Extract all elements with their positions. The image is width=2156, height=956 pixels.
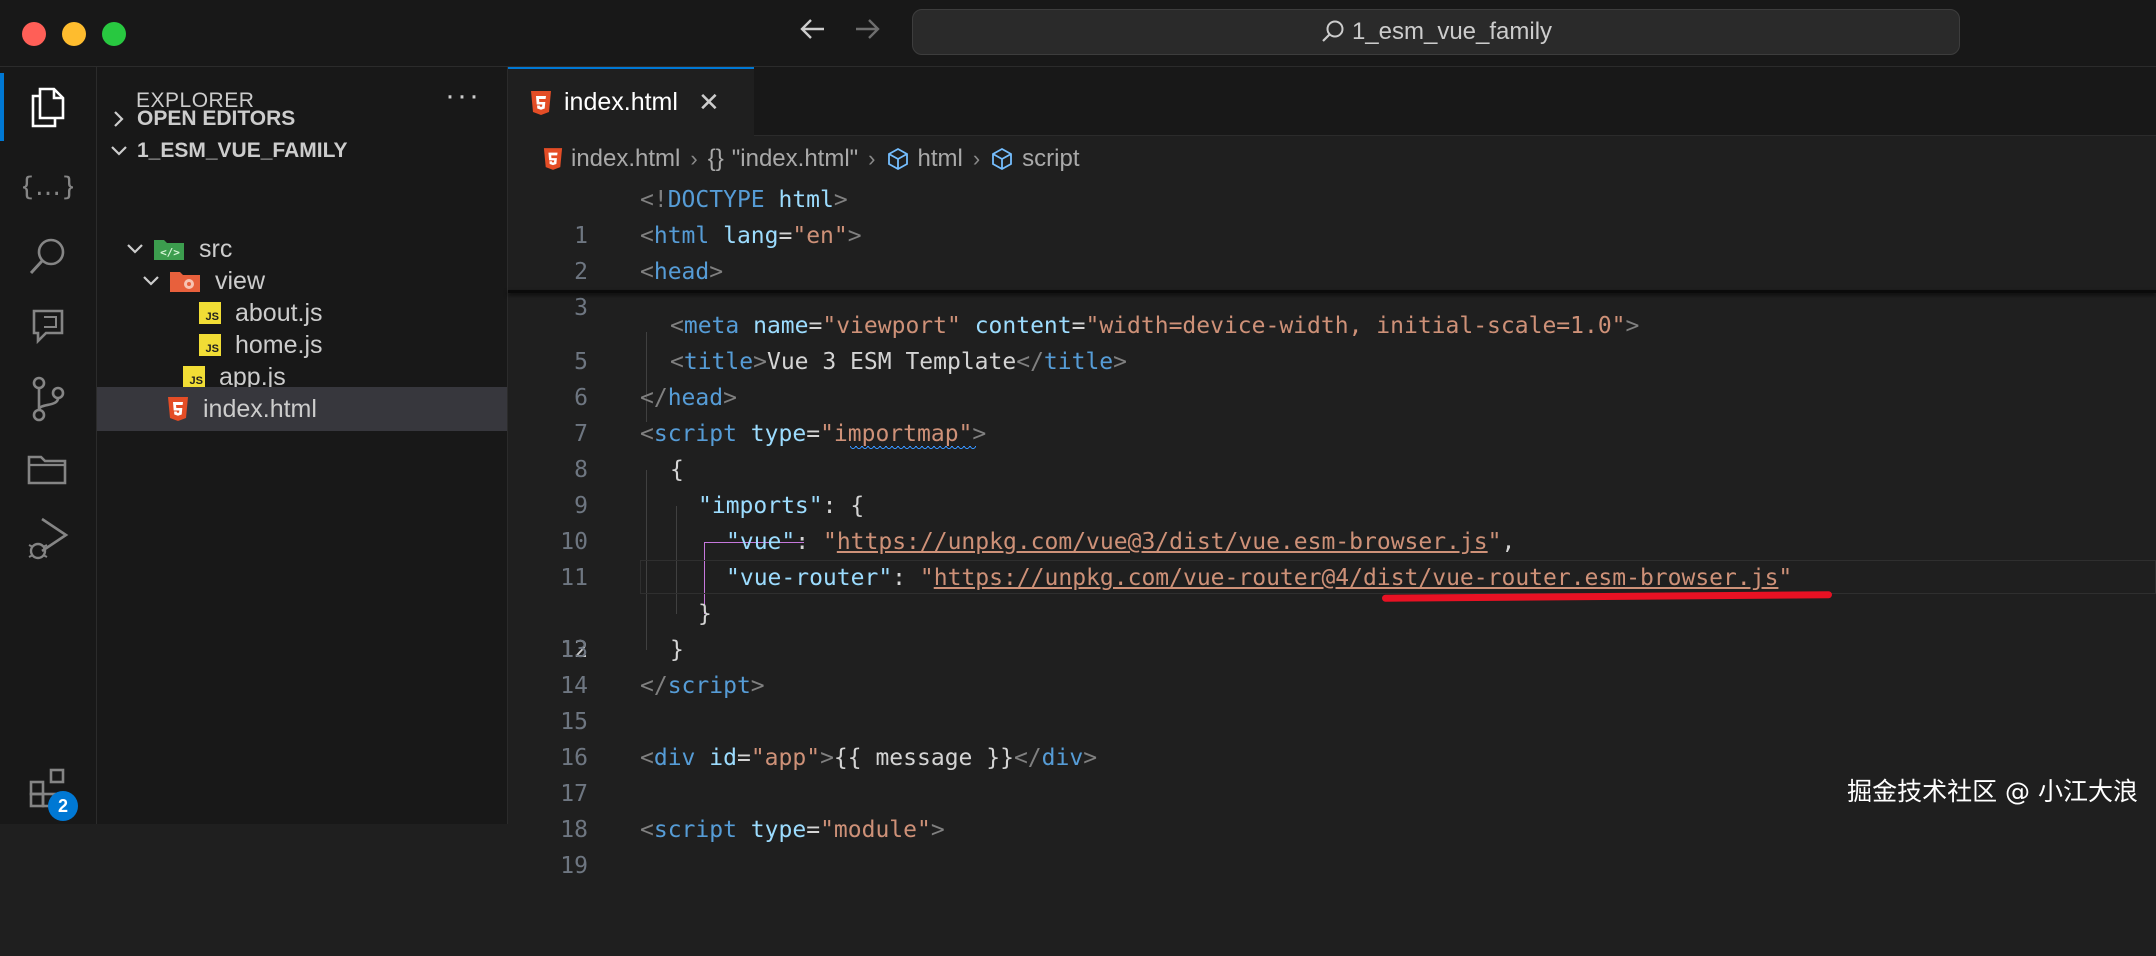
html5-file-icon <box>543 148 563 170</box>
explorer-sidebar: EXPLORER ··· OPEN EDITORS 1_ESM_VUE_FAMI… <box>97 67 508 824</box>
code-line: 14 } <box>560 637 684 699</box>
code-line-current: 12 "vue-router": "https://unpkg.com/vue-… <box>508 560 2156 663</box>
editor-area: index.html ✕ index.html › {} "index.html… <box>508 67 2156 879</box>
breadcrumb: index.html › {} "index.html" › html › sc… <box>508 136 2156 182</box>
chevron-right-icon: › <box>868 146 876 171</box>
code-line: 6 <title>Vue 3 ESM Template</title> <box>574 349 1128 411</box>
chevron-right-icon: › <box>972 146 981 171</box>
breadcrumb-file[interactable]: index.html <box>543 145 680 173</box>
code-line: 1 <!DOCTYPE html> <box>574 187 848 249</box>
go-forward-arrow-icon[interactable] <box>852 14 882 52</box>
zoom-window-button[interactable] <box>102 22 126 46</box>
code-line: 11 "vue": "https://unpkg.com/vue@3/dist/… <box>560 529 1516 591</box>
tab-index-html[interactable]: index.html ✕ <box>508 67 754 136</box>
run-debug-icon[interactable] <box>0 499 96 579</box>
svg-text:</>: </> <box>160 246 180 259</box>
code-line: 16 <box>560 745 588 771</box>
code-line: 2 <html lang="en"> <box>574 223 862 285</box>
project-section[interactable]: 1_ESM_VUE_FAMILY <box>97 131 507 171</box>
tab-bar: index.html ✕ <box>508 67 2156 136</box>
code-line: 17 <div id="app">{{ message }}</div> <box>560 745 1098 807</box>
extensions-icon[interactable] <box>0 747 96 827</box>
watermark: 掘金技术社区 @ 小江大浪 <box>1847 777 2138 806</box>
cube-icon <box>992 147 1013 171</box>
js-file-icon: JS <box>183 366 205 388</box>
code-line: 9 { <box>574 457 684 519</box>
tree-label: index.html <box>203 394 317 423</box>
code-line: 10 "imports": { <box>560 493 865 555</box>
code-line: 8 <script type="importmap"> <box>574 421 987 483</box>
chevron-right-icon <box>107 110 131 128</box>
js-file-icon: JS <box>199 334 221 356</box>
cube-icon <box>887 147 908 171</box>
code-line: 19 <script type="module"> <box>560 817 945 879</box>
explorer-icon[interactable] <box>0 67 96 147</box>
search-icon <box>1322 20 1344 42</box>
chevron-down-icon <box>123 241 147 257</box>
spelling-squiggle <box>850 446 976 450</box>
code-line: 13 } <box>560 601 712 663</box>
close-tab-icon[interactable]: ✕ <box>698 87 720 118</box>
tree-file-index-html[interactable]: index.html <box>97 387 507 431</box>
code-line: 15 </script> <box>560 673 765 735</box>
js-file-icon: JS <box>199 302 221 324</box>
chevron-down-icon <box>139 273 163 289</box>
html5-file-icon <box>530 90 552 116</box>
search-icon[interactable] <box>0 217 96 297</box>
command-center-search[interactable]: 1_esm_vue_family <box>912 9 1960 55</box>
search-text: 1_esm_vue_family <box>1351 18 1553 45</box>
extensions-badge: 2 <box>48 791 78 821</box>
sticky-scroll-divider <box>508 290 2156 293</box>
view-folder-icon <box>169 269 201 293</box>
source-control-icon[interactable] <box>0 359 96 439</box>
code-line: 7 </head> <box>574 385 737 447</box>
outline-braces-icon[interactable]: {…} <box>0 147 96 227</box>
breadcrumb-document[interactable]: {} "index.html" <box>708 145 858 173</box>
activity-bar: {…} 2 <box>0 67 97 824</box>
vue-router-url-link[interactable]: https://unpkg.com/vue-router@4/dist/vue-… <box>934 565 1779 591</box>
go-back-arrow-icon[interactable] <box>798 14 828 52</box>
code-editor[interactable]: 1 <!DOCTYPE html> 2 <html lang="en"> 3 <… <box>508 180 2156 879</box>
code-line: 3 <head> <box>574 259 724 321</box>
breadcrumb-html[interactable]: html <box>886 145 963 173</box>
braces-icon: {} <box>707 145 724 172</box>
src-folder-icon: </> <box>153 237 185 261</box>
chevron-right-icon: › <box>690 146 698 171</box>
open-editors-label: OPEN EDITORS <box>137 107 296 130</box>
vue-url-link[interactable]: https://unpkg.com/vue@3/dist/vue.esm-bro… <box>837 529 1488 555</box>
title-bar: 1_esm_vue_family <box>0 0 2156 67</box>
folders-icon[interactable] <box>0 429 96 509</box>
comments-icon[interactable] <box>0 287 96 367</box>
breadcrumb-script[interactable]: script <box>990 145 1080 173</box>
tab-label: index.html <box>564 88 678 116</box>
minimize-window-button[interactable] <box>62 22 86 46</box>
svg-text:{…}: {…} <box>23 172 73 202</box>
code-line: 5 <meta name="viewport" content="width=d… <box>574 313 1640 375</box>
close-window-button[interactable] <box>22 22 46 46</box>
html5-file-icon <box>167 396 189 422</box>
chevron-down-icon <box>107 143 131 159</box>
project-label: 1_ESM_VUE_FAMILY <box>137 139 348 162</box>
